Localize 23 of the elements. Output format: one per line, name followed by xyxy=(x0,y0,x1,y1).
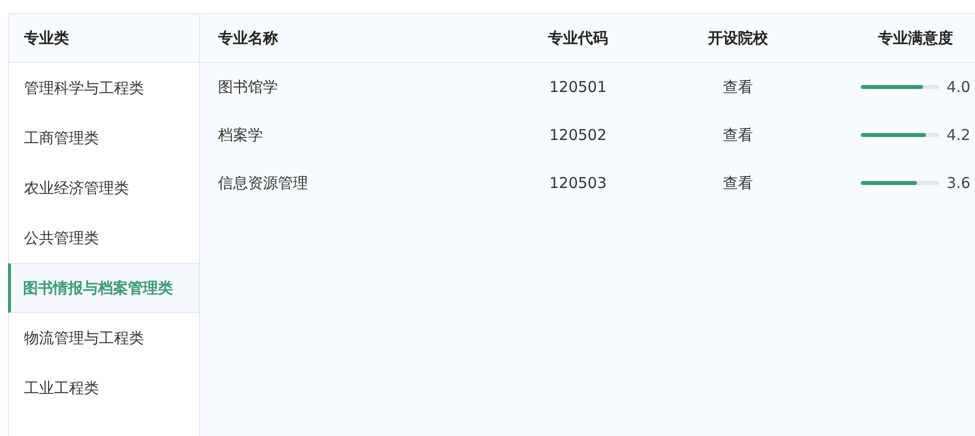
table-cell-text: 图书馆学 xyxy=(217,78,279,96)
table-cell-text: 120501 xyxy=(548,78,608,96)
column-header: 开设院校 xyxy=(706,28,769,48)
category-item[interactable]: 农业经济管理类 xyxy=(9,163,199,213)
table-cell-text: 120503 xyxy=(548,174,608,192)
category-item[interactable]: 公共管理类 xyxy=(9,213,199,263)
column-header: 专业代码 xyxy=(547,28,609,48)
column-header: 专业名称 xyxy=(217,28,279,48)
table-cell-text: 120502 xyxy=(548,126,608,144)
view-link[interactable]: 查看 xyxy=(723,126,753,144)
rating-value: 4.0 xyxy=(946,78,970,96)
view-link[interactable]: 查看 xyxy=(723,174,753,192)
category-item[interactable]: 管理科学与工程类 xyxy=(9,63,199,113)
column-header: 专业满意度 xyxy=(877,28,954,48)
category-item[interactable]: 物流管理与工程类 xyxy=(9,313,199,363)
category-item[interactable]: 工商管理类 xyxy=(9,113,199,163)
table-cell-text: 信息资源管理 xyxy=(217,174,309,192)
table-cell-text: 档案学 xyxy=(217,126,264,144)
sidebar-header: 专业类 xyxy=(24,28,69,48)
rating-value: 3.6 xyxy=(946,174,970,192)
view-link[interactable]: 查看 xyxy=(723,78,753,96)
rating-value: 4.2 xyxy=(946,126,970,144)
category-item[interactable]: 工业工程类 xyxy=(9,363,199,413)
